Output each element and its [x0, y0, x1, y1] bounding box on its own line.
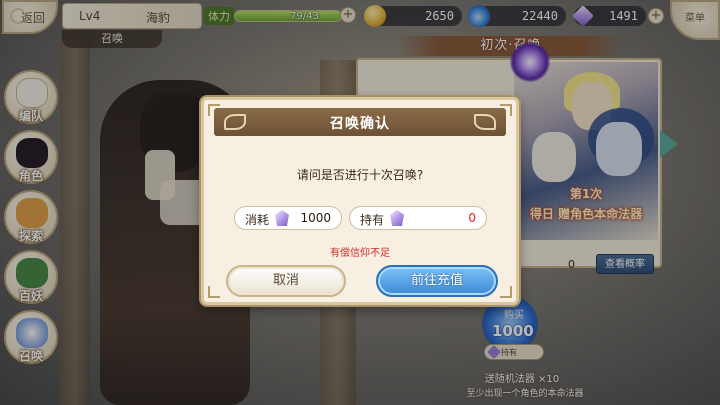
owned-field: 持有 0 [349, 206, 487, 230]
dialog-title: 召唤确认 [330, 116, 390, 132]
cost-value: 1000 [300, 211, 331, 225]
dialog-question: 请问是否进行十次召唤? [296, 168, 424, 182]
cost-field: 消耗 1000 [234, 206, 342, 230]
cost-label: 消耗 [245, 213, 270, 227]
cloud-ornament-icon [474, 114, 496, 130]
dialog-header: 召唤确认 [214, 108, 506, 136]
cancel-button[interactable]: 取消 [226, 265, 346, 297]
owned-value: 0 [468, 211, 476, 225]
insufficient-warning: 有偿信仰不足 [330, 248, 390, 259]
summon-confirm-dialog: 召唤确认 请问是否进行十次召唤? 消耗 1000 持有 0 有偿信仰不足 取消 … [201, 97, 519, 305]
crystal-icon [275, 210, 289, 226]
owned-label: 持有 [360, 213, 385, 227]
dialog-corner-ornament [500, 286, 512, 298]
crystal-icon [390, 210, 404, 226]
recharge-button[interactable]: 前往充值 [376, 265, 498, 297]
dialog-corner-ornament [208, 286, 220, 298]
